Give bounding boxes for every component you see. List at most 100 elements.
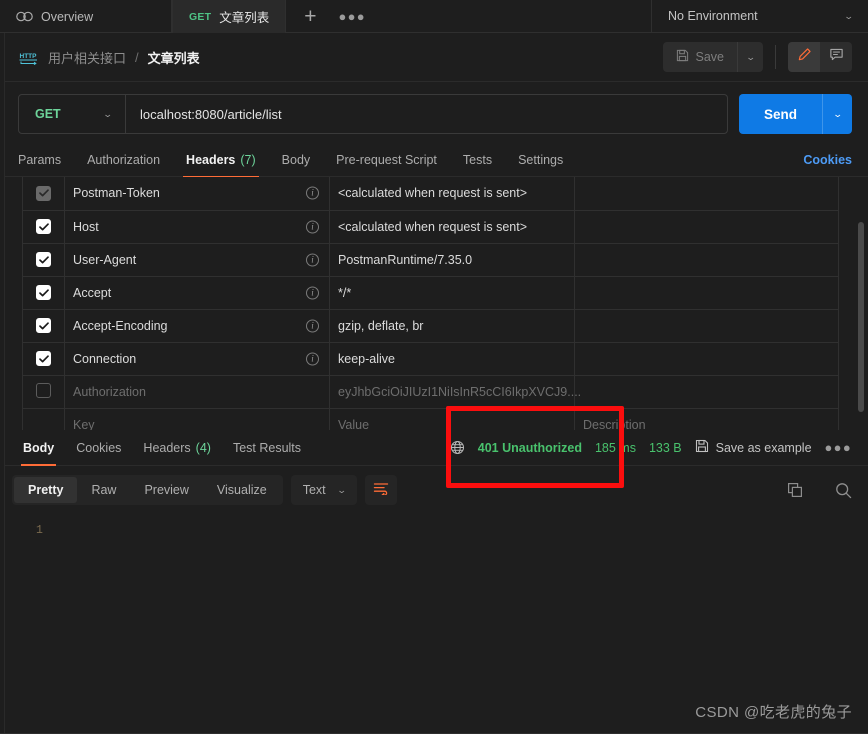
save-as-example-button[interactable]: Save as example [695,439,812,456]
method-label: GET [35,107,61,121]
view-raw-button[interactable]: Raw [77,477,130,503]
response-tab-body[interactable]: Body [12,430,65,466]
new-value-placeholder: Value [338,418,369,432]
info-icon[interactable]: i [306,187,319,200]
chevron-down-icon: ⌄ [832,109,842,120]
globe-icon [450,440,465,455]
table-row[interactable]: Postman-Token i <calculated when request… [23,177,839,210]
table-row[interactable]: Host i <calculated when request is sent> [23,210,839,243]
tab-overview-label: Overview [41,10,93,24]
chevron-down-icon: ⌄ [103,109,113,120]
response-body-area[interactable]: 1 [0,514,868,710]
info-icon[interactable]: i [306,253,319,266]
wrap-text-button[interactable] [365,475,397,505]
info-icon[interactable]: i [306,319,319,332]
response-tab-headers-count: (4) [196,441,211,455]
table-row-new[interactable]: Key Value Description [23,408,839,431]
tab-pre-request-script[interactable]: Pre-request Script [323,144,450,177]
left-rail [0,33,5,734]
copy-icon[interactable] [787,482,803,498]
send-options-button[interactable]: ⌄ [822,94,852,134]
search-icon[interactable] [835,482,852,499]
tab-headers[interactable]: Headers (7) [173,144,269,177]
response-type-selector[interactable]: Text ⌄ [291,475,357,505]
tab-request-article-list[interactable]: GET 文章列表 [172,0,286,33]
breadcrumb-folder[interactable]: 用户相关接口 [48,48,126,67]
info-icon[interactable]: i [306,286,319,299]
chevron-down-icon: ⌄ [745,52,755,63]
tab-body[interactable]: Body [269,144,324,177]
table-row[interactable]: User-Agent i PostmanRuntime/7.35.0 [23,243,839,276]
response-tab-headers[interactable]: Headers (4) [132,430,222,466]
response-tab-cookies-label: Cookies [76,441,121,455]
row-checkbox[interactable] [36,219,51,234]
row-checkbox[interactable] [36,383,51,398]
row-checkbox[interactable] [36,318,51,333]
row-checkbox[interactable] [36,351,51,366]
header-value: <calculated when request is sent> [338,220,527,234]
view-preview-button[interactable]: Preview [130,477,202,503]
response-type-label: Text [303,483,326,497]
tab-pre-request-script-label: Pre-request Script [336,153,437,167]
postman-window: Overview GET 文章列表 + ●●● No Environment ⌄… [0,0,868,734]
save-button-label: Save [696,50,725,64]
pencil-icon [797,47,812,67]
table-row[interactable]: Accept-Encoding i gzip, deflate, br [23,309,839,342]
response-tab-cookies[interactable]: Cookies [65,430,132,466]
row-checkbox[interactable] [36,186,51,201]
chevron-down-icon: ⌄ [844,11,854,22]
save-options-button[interactable]: ⌄ [737,42,763,72]
tab-strip-actions: + ●●● [286,0,652,32]
ellipsis-icon[interactable]: ●●● [338,9,365,24]
headers-table: Postman-Token i <calculated when request… [22,177,839,431]
info-icon[interactable]: i [306,220,319,233]
environment-label: No Environment [668,9,758,23]
headers-table-container: Postman-Token i <calculated when request… [0,177,868,431]
tab-params[interactable]: Params [18,144,74,177]
row-checkbox[interactable] [36,252,51,267]
tab-authorization[interactable]: Authorization [74,144,173,177]
header-key: Connection [73,352,136,366]
header-value: eyJhbGciOiJIUzI1NiIsInR5cCI6IkpXVCJ9.... [338,385,581,399]
info-icon[interactable]: i [306,352,319,365]
line-number: 1 [36,524,43,537]
header-key: Authorization [73,385,146,399]
header-value: PostmanRuntime/7.35.0 [338,253,472,267]
response-tab-test-results-label: Test Results [233,441,301,455]
plus-icon[interactable]: + [304,6,316,27]
save-button[interactable]: Save [663,42,738,72]
url-input[interactable] [126,95,727,133]
response-pane: Body Cookies Headers (4) Test Results [0,430,868,734]
tab-overview[interactable]: Overview [0,0,172,33]
breadcrumb-bar: HTTP 用户相关接口 / 文章列表 [0,33,868,82]
header-key: Postman-Token [73,186,160,200]
table-row[interactable]: Authorization eyJhbGciOiJIUzI1NiIsInR5cC… [23,375,839,408]
response-format-toggle: Pretty Raw Preview Visualize [12,475,283,505]
status-code: 401 Unauthorized [478,441,582,455]
environment-selector[interactable]: No Environment ⌄ [652,0,868,32]
response-status-bar: 401 Unauthorized 185 ms 133 B Save as ex… [450,439,852,456]
svg-text:HTTP: HTTP [20,53,38,60]
view-pretty-button[interactable]: Pretty [14,477,77,503]
edit-mode-button[interactable] [788,42,820,72]
response-time: 185 ms [595,441,636,455]
tab-headers-label: Headers [186,153,235,167]
view-visualize-button[interactable]: Visualize [203,477,281,503]
toolbar-divider [775,45,776,69]
response-tab-test-results[interactable]: Test Results [222,430,312,466]
ellipsis-icon[interactable]: ●●● [825,440,852,455]
cookies-link[interactable]: Cookies [803,153,852,167]
response-tab-headers-label: Headers [143,441,190,455]
tab-tests[interactable]: Tests [450,144,505,177]
wrap-text-icon [373,481,389,500]
table-row[interactable]: Accept i */* [23,276,839,309]
row-checkbox[interactable] [36,285,51,300]
method-selector[interactable]: GET ⌄ [19,95,125,133]
headers-scrollbar[interactable] [858,222,864,412]
floppy-icon [695,439,709,456]
send-button[interactable]: Send [739,94,822,134]
comment-button[interactable] [820,42,852,72]
tab-settings[interactable]: Settings [505,144,576,177]
workspace-tab-strip: Overview GET 文章列表 + ●●● No Environment ⌄ [0,0,868,33]
table-row[interactable]: Connection i keep-alive [23,342,839,375]
